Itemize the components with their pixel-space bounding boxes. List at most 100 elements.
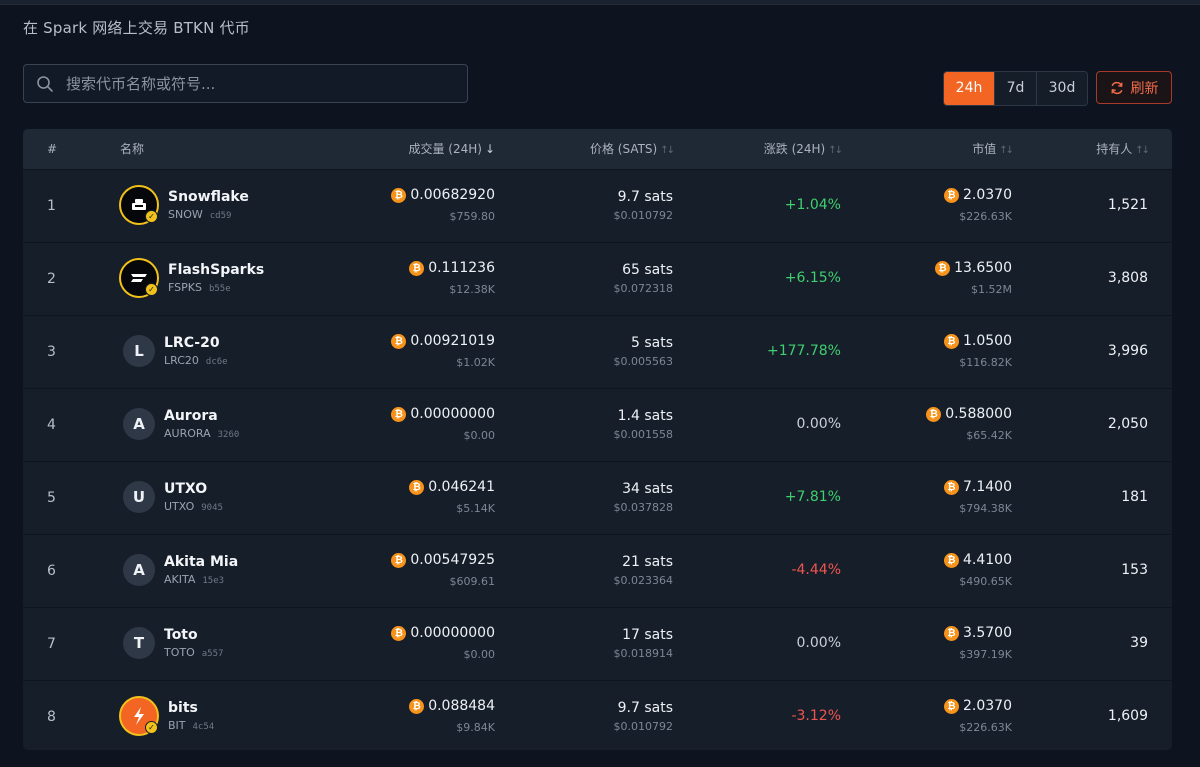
table-row[interactable]: 5 U UTXO UTXO 9045 ₿ 0.046241 $5.14K 34 sats $0.0… xyxy=(23,461,1172,534)
change-24h: +7.81% xyxy=(784,489,841,505)
bitcoin-icon: ₿ xyxy=(409,261,425,276)
bitcoin-icon: ₿ xyxy=(926,407,942,422)
symbol-text: BIT xyxy=(168,719,186,732)
header-change-label: 涨跌 (24H) xyxy=(763,142,826,156)
token-hash: 4c54 xyxy=(192,722,215,732)
change-24h: +6.15% xyxy=(784,270,841,286)
bitcoin-icon: ₿ xyxy=(391,334,407,349)
change-24h: +177.78% xyxy=(766,343,841,359)
token-table: # 名称 成交量 (24H) ↓ 价格 (SATS) ↑↓ 涨跌 (24H) ↑↓ 市… xyxy=(23,129,1172,750)
market-cap-usd: $226.63K xyxy=(959,721,1012,734)
table-row[interactable]: 1 ✓ Snowflake SNOW cd59 ₿ 0.00682920 $759.80 9.7… xyxy=(23,169,1172,242)
rank: 7 xyxy=(47,636,56,652)
market-cap-btc-value: 3.5700 xyxy=(963,625,1012,641)
volume-btc-value: 0.046241 xyxy=(428,479,495,495)
market-cap-btc: ₿ 3.5700 xyxy=(944,625,1012,641)
volume-btc-value: 0.00682920 xyxy=(410,187,495,203)
holders-count: 1,521 xyxy=(1107,197,1148,213)
token-symbol: AURORA 3260 xyxy=(164,427,239,440)
header-holders[interactable]: 持有人 ↑↓ xyxy=(1096,129,1150,169)
bitcoin-icon: ₿ xyxy=(391,188,407,203)
token-name[interactable]: LRC-20 xyxy=(164,335,220,351)
search-icon xyxy=(37,75,53,92)
volume-btc-value: 0.111236 xyxy=(428,260,495,276)
verified-badge-icon: ✓ xyxy=(145,283,158,296)
range-7d-button[interactable]: 7d xyxy=(994,72,1036,105)
avatar: T xyxy=(119,623,159,663)
price-sats: 65 sats xyxy=(622,262,673,278)
volume-usd: $12.38K xyxy=(449,283,495,296)
avatar-letter: T xyxy=(123,627,155,659)
volume-btc-value: 0.00000000 xyxy=(410,406,495,422)
market-cap-btc: ₿ 1.0500 xyxy=(944,333,1012,349)
header-price-label: 价格 (SATS) xyxy=(589,142,658,156)
bitcoin-icon: ₿ xyxy=(391,407,407,422)
token-hash: dc6e xyxy=(205,357,228,367)
market-cap-usd: $397.19K xyxy=(959,648,1012,661)
holders-count: 3,808 xyxy=(1107,270,1148,286)
avatar: A xyxy=(119,550,159,590)
search-box[interactable] xyxy=(23,64,468,103)
token-name[interactable]: UTXO xyxy=(164,481,207,497)
header-mcap[interactable]: 市值 ↑↓ xyxy=(972,129,1014,169)
volume-usd: $609.61 xyxy=(449,575,496,588)
refresh-button[interactable]: 刷新 xyxy=(1096,71,1172,104)
token-name[interactable]: Akita Mia xyxy=(164,554,238,570)
table-row[interactable]: 8 ✓ bits BIT 4c54 ₿ 0.088484 $9.84K 9.7 sats $0.0… xyxy=(23,680,1172,750)
sort-icon: ↑↓ xyxy=(828,145,843,156)
price-usd: $0.010792 xyxy=(613,209,674,222)
market-cap-btc: ₿ 7.1400 xyxy=(944,479,1012,495)
token-name[interactable]: bits xyxy=(168,700,198,716)
header-change[interactable]: 涨跌 (24H) ↑↓ xyxy=(763,129,843,169)
bitcoin-icon: ₿ xyxy=(409,480,425,495)
token-hash: 9045 xyxy=(201,503,223,513)
token-name[interactable]: FlashSparks xyxy=(168,262,264,278)
table-row[interactable]: 4 A Aurora AURORA 3260 ₿ 0.00000000 $0.00 1.4 sa… xyxy=(23,388,1172,461)
range-30d-button[interactable]: 30d xyxy=(1036,72,1087,105)
change-24h: 0.00% xyxy=(796,416,841,432)
bitcoin-icon: ₿ xyxy=(944,699,959,714)
token-name[interactable]: Snowflake xyxy=(168,189,249,205)
page-subtitle: 在 Spark 网络上交易 BTKN 代币 xyxy=(23,19,250,37)
token-hash: 3260 xyxy=(217,430,240,440)
table-row[interactable]: 2 ✓ FlashSparks FSPKS b55e ₿ 0.111236 $12.38K 65… xyxy=(23,242,1172,315)
bitcoin-icon: ₿ xyxy=(391,553,407,568)
holders-count: 1,609 xyxy=(1107,708,1148,724)
table-row[interactable]: 6 A Akita Mia AKITA 15e3 ₿ 0.00547925 $609.61 21… xyxy=(23,534,1172,607)
token-name[interactable]: Aurora xyxy=(164,408,218,424)
avatar-letter: L xyxy=(123,335,155,367)
rank: 4 xyxy=(47,417,56,433)
price-sats: 9.7 sats xyxy=(617,189,673,205)
token-name[interactable]: Toto xyxy=(164,627,198,643)
search-input[interactable] xyxy=(64,73,467,94)
change-24h: 0.00% xyxy=(796,635,841,651)
price-usd: $0.037828 xyxy=(613,501,674,514)
symbol-text: AURORA xyxy=(164,427,211,440)
range-24h-button[interactable]: 24h xyxy=(944,72,994,105)
market-cap-usd: $794.38K xyxy=(959,502,1012,515)
avatar-letter: A xyxy=(123,554,155,586)
volume-usd: $0.00 xyxy=(463,429,496,442)
volume-usd: $759.80 xyxy=(449,210,496,223)
header-volume-label: 成交量 (24H) xyxy=(408,142,482,156)
market-cap-btc-value: 2.0370 xyxy=(963,187,1012,203)
bitcoin-icon: ₿ xyxy=(935,261,951,276)
avatar: U xyxy=(119,477,159,517)
market-cap-btc: ₿ 13.6500 xyxy=(935,260,1012,276)
symbol-text: LRC20 xyxy=(164,354,199,367)
change-24h: -3.12% xyxy=(791,708,841,724)
token-hash: a557 xyxy=(201,649,224,659)
refresh-icon xyxy=(1111,81,1122,94)
price-sats: 34 sats xyxy=(622,481,673,497)
sort-icon: ↑↓ xyxy=(1135,145,1150,156)
bitcoin-icon: ₿ xyxy=(944,553,959,568)
table-row[interactable]: 3 L LRC-20 LRC20 dc6e ₿ 0.00921019 $1.02K 5 sats… xyxy=(23,315,1172,388)
rank: 3 xyxy=(47,344,56,360)
sort-icon: ↑↓ xyxy=(999,145,1014,156)
header-price[interactable]: 价格 (SATS) ↑↓ xyxy=(589,129,675,169)
symbol-text: SNOW xyxy=(168,208,203,221)
rank: 1 xyxy=(47,198,56,214)
table-row[interactable]: 7 T Toto TOTO a557 ₿ 0.00000000 $0.00 17 sats $0.… xyxy=(23,607,1172,680)
symbol-text: AKITA xyxy=(164,573,196,586)
header-volume[interactable]: 成交量 (24H) ↓ xyxy=(408,129,495,169)
